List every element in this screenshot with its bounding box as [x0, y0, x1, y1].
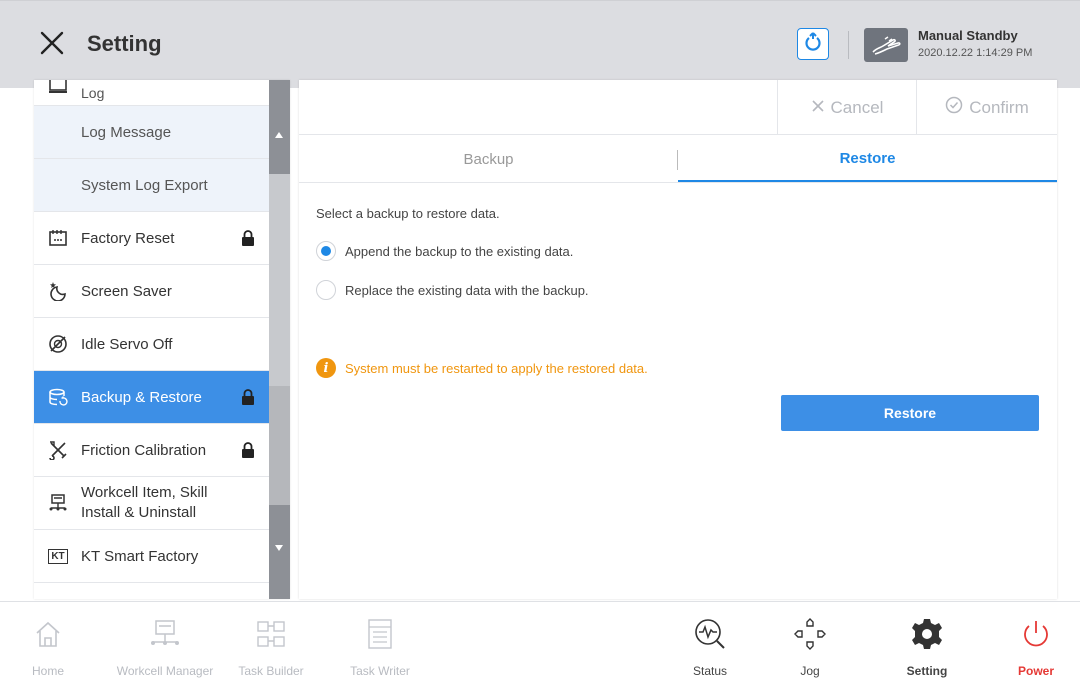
- manual-mode-hand-icon[interactable]: [864, 28, 908, 62]
- sidebar-item-label: Factory Reset: [81, 229, 175, 247]
- gear-icon: [907, 614, 947, 654]
- scroll-down-arrow-icon[interactable]: [275, 545, 283, 551]
- restore-prompt: Select a backup to restore data.: [316, 206, 500, 221]
- nav-label: Setting: [906, 664, 948, 678]
- sidebar-item-label: Backup & Restore: [81, 388, 202, 406]
- option-replace-label: Replace the existing data with the backu…: [345, 282, 589, 298]
- refresh-icon: [803, 31, 823, 57]
- nav-label: Home: [31, 664, 65, 678]
- nav-label: Task Builder: [238, 664, 304, 678]
- sidebar-item-label-line2: Install & Uninstall: [81, 504, 197, 521]
- nav-task-writer[interactable]: Task Writer: [340, 602, 420, 679]
- option-append[interactable]: Append the backup to the existing data.: [316, 241, 573, 261]
- nav-jog[interactable]: Jog: [785, 602, 835, 679]
- nav-task-builder[interactable]: Task Builder: [231, 602, 311, 679]
- sidebar-item-system-log-export[interactable]: System Log Export: [34, 159, 269, 212]
- sidebar-item-label: System Log Export: [81, 176, 208, 194]
- status-timestamp: 2020.12.22 1:14:29 PM: [918, 47, 1033, 59]
- workcell-install-icon: [47, 492, 69, 514]
- jog-icon: [790, 614, 830, 654]
- nav-label: Workcell Manager: [116, 664, 214, 678]
- sidebar-item-label: KT Smart Factory: [81, 547, 199, 565]
- nav-workcell-manager[interactable]: Workcell Manager: [110, 602, 220, 679]
- sidebar-item-backup-restore[interactable]: Backup & Restore: [34, 371, 269, 424]
- lock-icon: [241, 442, 255, 458]
- refresh-button[interactable]: [797, 28, 829, 60]
- check-circle-icon: [945, 96, 969, 119]
- friction-calibration-icon: [47, 439, 69, 461]
- sidebar-item-label-line1: Workcell Item, Skill: [81, 484, 208, 501]
- nav-label: Power: [1017, 664, 1055, 678]
- lock-icon: [241, 389, 255, 405]
- tab-restore[interactable]: Restore: [678, 136, 1057, 183]
- backup-restore-tabs: Backup Restore: [299, 136, 1057, 183]
- top-header: Setting Manual Standby 2020.12.22 1:14:2…: [0, 0, 1080, 88]
- screen-saver-icon: [47, 280, 69, 302]
- home-icon: [28, 614, 68, 654]
- backup-restore-icon: [47, 386, 69, 408]
- confirm-label: Confirm: [969, 97, 1029, 117]
- info-icon: i: [316, 358, 336, 378]
- task-writer-icon: [360, 614, 400, 654]
- scrollbar-thumb-lower: [269, 386, 290, 505]
- nav-label: Status: [692, 664, 728, 678]
- sidebar-item-idle-servo-off[interactable]: Idle Servo Off: [34, 318, 269, 371]
- power-icon: [1016, 614, 1056, 654]
- sidebar-item-label: Idle Servo Off: [81, 335, 173, 353]
- robot-mode-status: Manual Standby: [918, 28, 1018, 43]
- sidebar-item-label: Friction Calibration: [81, 441, 207, 459]
- warning-text: System must be restarted to apply the re…: [345, 360, 648, 376]
- scroll-up-arrow-icon[interactable]: [275, 132, 283, 138]
- kt-icon: KT: [47, 545, 69, 567]
- option-append-label: Append the backup to the existing data.: [345, 243, 574, 259]
- lock-icon: [241, 230, 255, 246]
- option-replace[interactable]: Replace the existing data with the backu…: [316, 280, 589, 300]
- sidebar-item-log-message[interactable]: Log Message: [34, 106, 269, 159]
- restore-button[interactable]: Restore: [781, 395, 1039, 431]
- sidebar-item-label: Log: [81, 85, 105, 101]
- sidebar-item-kt-smart-factory[interactable]: KT KT Smart Factory: [34, 530, 269, 583]
- radio-append[interactable]: [316, 241, 336, 261]
- sidebar-item-screen-saver[interactable]: Screen Saver: [34, 265, 269, 318]
- restart-warning: i System must be restarted to apply the …: [316, 358, 648, 378]
- sidebar-item-log[interactable]: Log: [34, 80, 269, 106]
- cancel-button[interactable]: Cancel: [777, 80, 916, 135]
- nav-label: Task Writer: [350, 664, 410, 678]
- bottom-nav-bar: Home Workcell Manager Task Builder Task …: [0, 601, 1080, 679]
- sidebar-item-workcell-install[interactable]: Workcell Item, Skill Install & Uninstall: [34, 477, 269, 530]
- nav-setting[interactable]: Setting: [897, 602, 957, 679]
- nav-status[interactable]: Status: [680, 602, 740, 679]
- task-builder-icon: [251, 614, 291, 654]
- settings-menu-list: Log Log Message System Log Export Factor…: [34, 80, 269, 583]
- sidebar-item-label: Screen Saver: [81, 282, 172, 300]
- kt-icon-text: KT: [48, 548, 68, 564]
- idle-servo-off-icon: [47, 333, 69, 355]
- backup-restore-panel: Cancel Confirm Backup Restore Select a b…: [299, 80, 1057, 599]
- sidebar-item-factory-reset[interactable]: Factory Reset: [34, 212, 269, 265]
- workcell-manager-icon: [145, 614, 185, 654]
- status-icon: [690, 614, 730, 654]
- radio-replace[interactable]: [316, 280, 336, 300]
- confirm-button[interactable]: Confirm: [916, 80, 1057, 135]
- panel-action-bar: Cancel Confirm: [299, 80, 1057, 135]
- log-icon: [47, 80, 69, 101]
- page-title: Setting: [87, 31, 162, 56]
- tab-backup[interactable]: Backup: [299, 136, 678, 183]
- settings-sidebar: Log Log Message System Log Export Factor…: [34, 80, 290, 599]
- nav-home[interactable]: Home: [20, 602, 76, 679]
- factory-reset-icon: [47, 227, 69, 249]
- tabs-underline: [299, 182, 1057, 183]
- header-divider: [848, 31, 849, 59]
- sidebar-item-label: Log Message: [81, 123, 172, 141]
- close-icon[interactable]: [38, 29, 66, 57]
- nav-label: Jog: [800, 664, 820, 678]
- sidebar-item-friction-calibration[interactable]: Friction Calibration: [34, 424, 269, 477]
- close-icon: [811, 98, 831, 118]
- sidebar-item-label-multiline: Workcell Item, Skill Install & Uninstall: [81, 483, 207, 523]
- nav-power[interactable]: Power: [1008, 602, 1064, 679]
- scrollbar-thumb[interactable]: [269, 174, 290, 386]
- sidebar-scrollbar[interactable]: [269, 80, 290, 599]
- cancel-label: Cancel: [830, 97, 884, 117]
